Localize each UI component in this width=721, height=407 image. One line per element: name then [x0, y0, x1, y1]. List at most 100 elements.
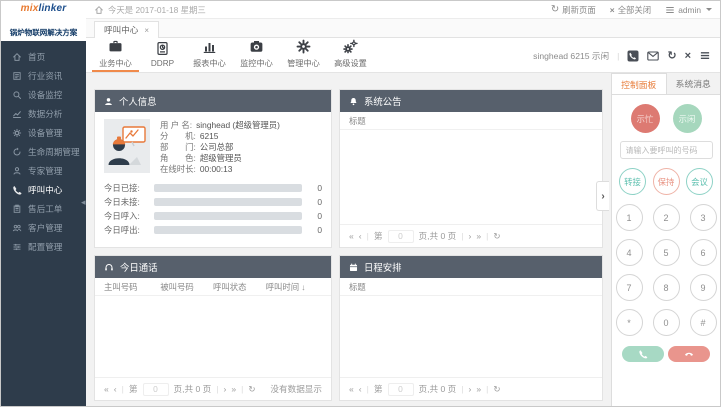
sidebar-item-config-manage[interactable]: 配置管理: [1, 237, 86, 256]
column-time[interactable]: 呼叫时间↓: [266, 281, 322, 293]
dial-call-button[interactable]: [622, 346, 664, 362]
page-next-button[interactable]: ›: [223, 384, 226, 394]
page-prev-button[interactable]: ‹: [359, 384, 362, 394]
sidebar-item-customer-manage[interactable]: 客户管理: [1, 218, 86, 237]
control-panel: 控制面板 系统消息 示忙 示闲 转接 保持 会议 1 2 3 4 5 6 7 8…: [611, 73, 720, 406]
page-next-button[interactable]: ›: [468, 384, 471, 394]
column-title: 标题: [349, 115, 366, 127]
field-label: 用 户 名:: [160, 120, 192, 130]
sidebar-item-call-center[interactable]: 呼叫中心: [1, 180, 86, 199]
stat-row: 今日已接:0: [104, 181, 322, 195]
headset-icon: [104, 263, 114, 272]
sidebar-item-label: 数据分析: [28, 108, 62, 120]
sidebar-item-workorder[interactable]: 售后工单: [1, 199, 86, 218]
column-callee[interactable]: 被叫号码: [160, 281, 213, 293]
field-row: 用 户 名: singhead (超级管理员): [160, 120, 280, 131]
right-panel-expander[interactable]: ›: [596, 181, 609, 211]
dialpad-key-0[interactable]: 0: [653, 309, 680, 336]
dialpad-key-star[interactable]: *: [616, 309, 643, 336]
expert-user-icon: [12, 166, 22, 176]
panel-announcements-header: 系统公告: [340, 90, 602, 112]
dialpad-key-1[interactable]: 1: [616, 204, 643, 231]
sidebar-item-label: 呼叫中心: [28, 184, 62, 196]
stat-label: 今日已接:: [104, 182, 148, 194]
page-last-button[interactable]: »: [476, 231, 481, 241]
tab-call-center[interactable]: 呼叫中心 ×: [94, 21, 159, 38]
show-busy-button[interactable]: 示忙: [631, 104, 660, 133]
conference-button[interactable]: 会议: [686, 168, 713, 195]
agent-mail-button[interactable]: [647, 51, 659, 61]
sidebar-collapse-handle[interactable]: ◂: [81, 197, 86, 208]
user-menu[interactable]: admin: [665, 5, 712, 15]
page-last-button[interactable]: »: [476, 384, 481, 394]
refresh-icon[interactable]: ↻: [248, 384, 255, 395]
column-status[interactable]: 呼叫状态: [213, 281, 266, 293]
tab-control-board[interactable]: 控制面板: [612, 73, 667, 94]
page-prev-button[interactable]: ‹: [359, 231, 362, 241]
tab-close-icon[interactable]: ×: [144, 26, 149, 35]
stat-value: 0: [308, 211, 322, 221]
page-number-input[interactable]: [143, 383, 169, 396]
dialpad-key-2[interactable]: 2: [653, 204, 680, 231]
dialpad-key-5[interactable]: 5: [653, 239, 680, 266]
toolbar-item-manage-center[interactable]: 管理中心: [280, 38, 327, 72]
menu-icon: [699, 50, 711, 61]
sort-desc-icon[interactable]: ↓: [301, 282, 305, 292]
refresh-icon[interactable]: ↻: [493, 231, 500, 242]
empty-data-text: 没有数据显示: [270, 383, 322, 395]
refresh-icon: ↻: [551, 4, 559, 15]
sidebar-item-device-monitor[interactable]: 设备监控: [1, 85, 86, 104]
customers-icon: [12, 223, 22, 233]
sidebar-item-data-analysis[interactable]: 数据分析: [1, 104, 86, 123]
dialpad-key-hash[interactable]: #: [690, 309, 717, 336]
close-all-button[interactable]: × 全部关闭: [610, 4, 651, 16]
refresh-page-button[interactable]: ↻ 刷新页面: [551, 4, 596, 16]
personal-body: 用 户 名:singhead (超级管理员) 分 机:6215 部 门:公司总部…: [95, 112, 331, 247]
page-prev-button[interactable]: ‹: [114, 384, 117, 394]
dial-number-input[interactable]: [620, 141, 713, 159]
hangup-button[interactable]: [668, 346, 710, 362]
toolbar-item-report-center[interactable]: 报表中心: [186, 38, 233, 72]
sidebar-item-device-manage[interactable]: 设备管理: [1, 123, 86, 142]
page-number-input[interactable]: [388, 383, 414, 396]
show-idle-button[interactable]: 示闲: [673, 104, 702, 133]
toolbar-item-monitor-center[interactable]: 监控中心: [233, 38, 280, 72]
toolbar-item-ddrp[interactable]: DDRP: [139, 38, 186, 72]
page-first-button[interactable]: «: [349, 231, 354, 241]
dialpad-key-3[interactable]: 3: [690, 204, 717, 231]
page-first-button[interactable]: «: [349, 384, 354, 394]
dialpad-key-4[interactable]: 4: [616, 239, 643, 266]
announcements-body: [340, 130, 602, 224]
hold-button[interactable]: 保持: [653, 168, 680, 195]
field-value: singhead (超级管理员): [196, 120, 280, 130]
main-content: 个人信息: [86, 73, 611, 406]
analysis-chart-icon: [12, 109, 22, 119]
refresh-icon[interactable]: ↻: [493, 384, 500, 395]
divider: |: [461, 384, 463, 394]
sidebar-item-industry-news[interactable]: 行业资讯: [1, 66, 86, 85]
dialpad-key-9[interactable]: 9: [690, 274, 717, 301]
tab-system-messages[interactable]: 系统消息: [667, 73, 721, 94]
page-number-input[interactable]: [388, 230, 414, 243]
news-icon: [12, 71, 22, 81]
sidebar-item-lifecycle[interactable]: 生命周期管理: [1, 142, 86, 161]
toolbar-item-advanced-settings[interactable]: 高级设置: [327, 38, 374, 72]
agent-close-button[interactable]: ×: [685, 50, 691, 62]
sidebar-item-expert-manage[interactable]: 专家管理: [1, 161, 86, 180]
dialpad-key-8[interactable]: 8: [653, 274, 680, 301]
transfer-button[interactable]: 转接: [619, 168, 646, 195]
toolbar-item-business-center[interactable]: 业务中心: [92, 38, 139, 72]
agent-phone-button[interactable]: [627, 50, 639, 62]
page-first-button[interactable]: «: [104, 384, 109, 394]
sidebar-item-label: 专家管理: [28, 165, 62, 177]
menu-icon: [665, 5, 675, 15]
page-next-button[interactable]: ›: [468, 231, 471, 241]
agent-refresh-button[interactable]: ↻: [667, 49, 676, 62]
dialpad-key-6[interactable]: 6: [690, 239, 717, 266]
dialpad-key-7[interactable]: 7: [616, 274, 643, 301]
agent-menu-button[interactable]: [699, 50, 711, 61]
page-last-button[interactable]: »: [231, 384, 236, 394]
sidebar-item-home[interactable]: 首页: [1, 47, 86, 66]
column-caller[interactable]: 主叫号码: [104, 281, 160, 293]
refresh-icon: ↻: [667, 49, 676, 62]
